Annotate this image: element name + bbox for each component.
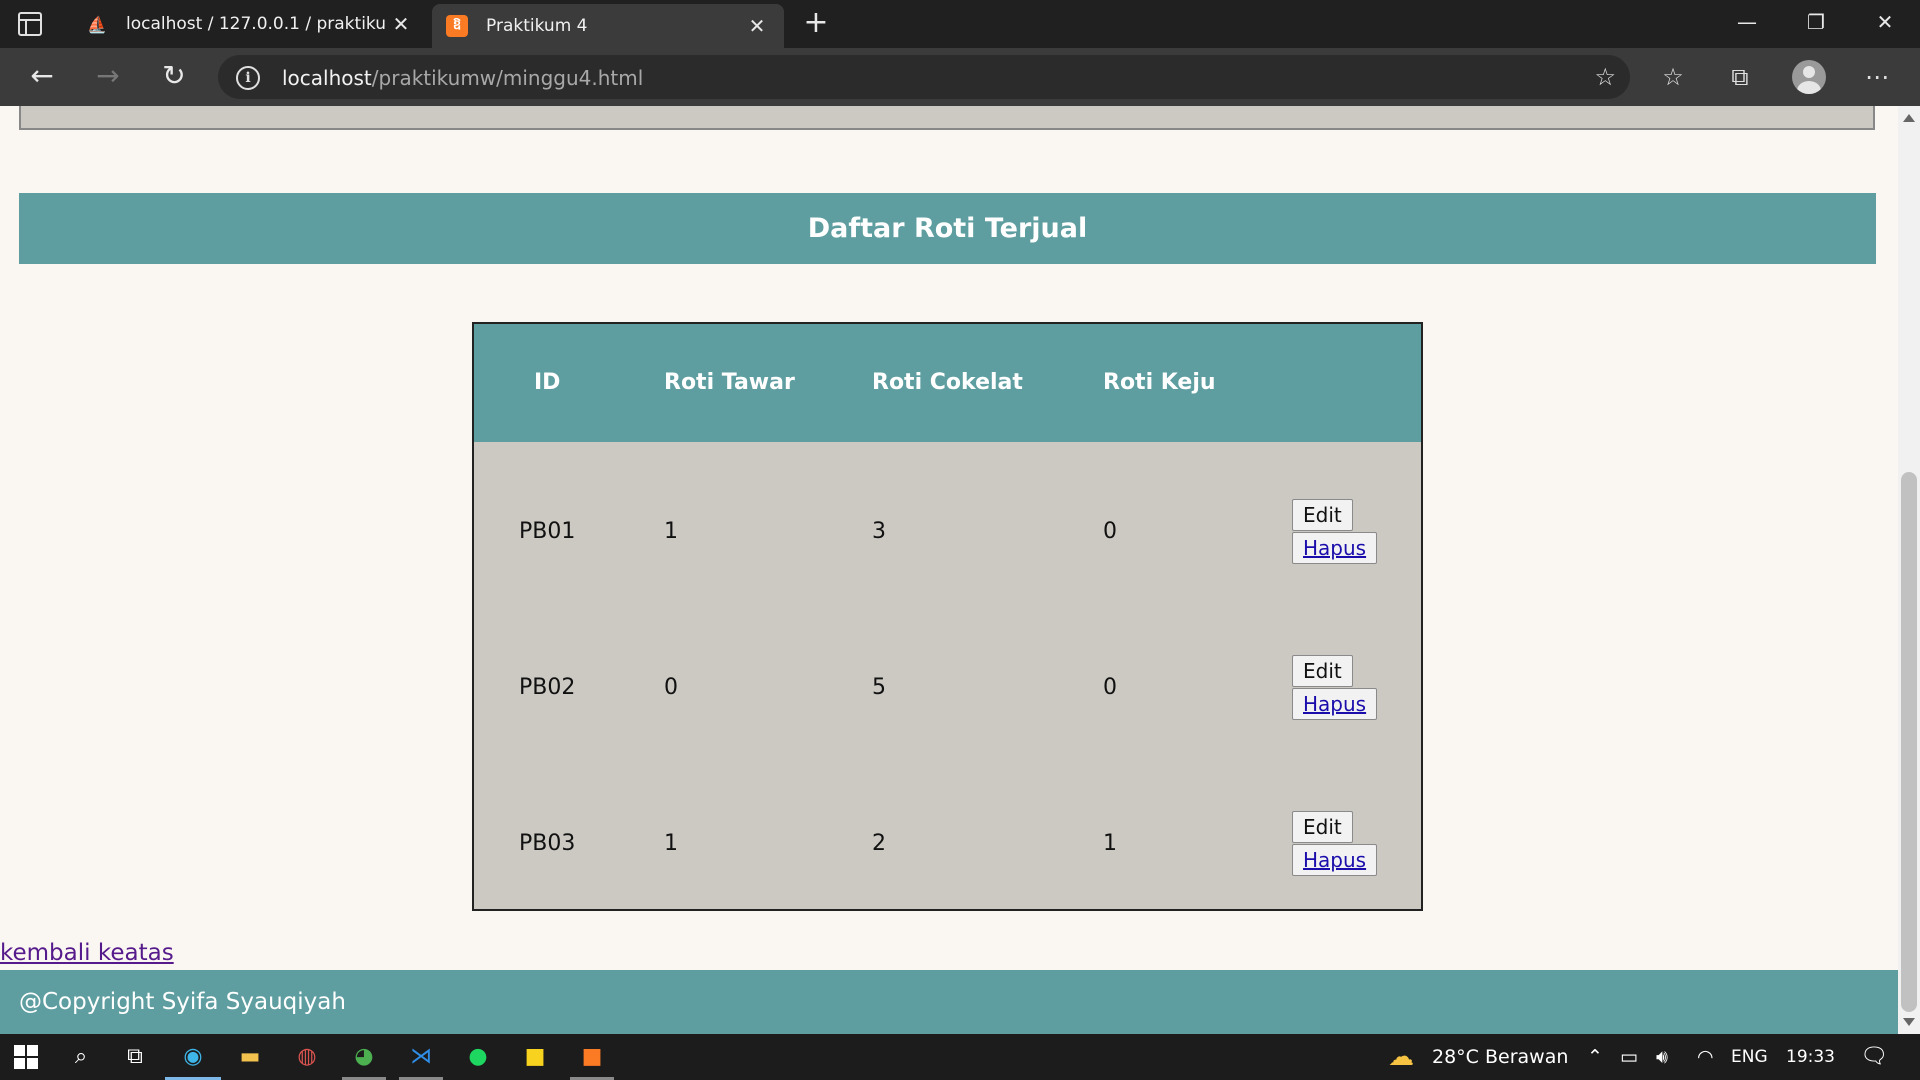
volume-icon[interactable]: 🔊︎ xyxy=(1656,1034,1668,1080)
section-title: Daftar Roti Terjual xyxy=(19,193,1876,264)
cell-id: PB03 xyxy=(519,831,576,856)
back-icon[interactable]: ← xyxy=(25,60,59,94)
scroll-up-icon[interactable] xyxy=(1903,114,1915,122)
column-header-roti-keju: Roti Keju xyxy=(1103,370,1216,395)
delete-button[interactable]: Hapus xyxy=(1292,688,1378,720)
tab-phpmyadmin[interactable]: ⛵ localhost / 127.0.0.1 / praktikum ✕ xyxy=(72,0,428,48)
collections-icon[interactable]: ⧉ xyxy=(1723,60,1757,94)
wifi-icon[interactable]: ◠ xyxy=(1697,1034,1714,1080)
tab-praktikum[interactable]: ឱ Praktikum 4 ✕ xyxy=(432,4,784,48)
tab-title: localhost / 127.0.0.1 / praktikum xyxy=(126,14,386,34)
notifications-icon[interactable]: 🗨︎ xyxy=(1860,1034,1888,1080)
delete-button[interactable]: Hapus xyxy=(1292,532,1378,564)
tab-title: Praktikum 4 xyxy=(486,16,588,36)
close-window-icon[interactable]: ✕ xyxy=(1870,10,1900,38)
app-icon[interactable]: ◍ xyxy=(289,1039,325,1075)
phpmyadmin-icon: ⛵ xyxy=(87,14,107,34)
edit-button[interactable]: Edit xyxy=(1292,811,1353,843)
weather-icon[interactable]: ☁ xyxy=(1388,1034,1414,1080)
close-tab-icon[interactable]: ✕ xyxy=(386,12,416,36)
profile-avatar-icon[interactable] xyxy=(1792,60,1826,94)
previous-section-box xyxy=(19,106,1875,130)
cell-roti-keju: 1 xyxy=(1103,831,1117,856)
vscode-icon[interactable]: ⋊ xyxy=(399,1039,443,1080)
table-row: PB01 1 3 0 Edit Hapus xyxy=(474,454,1421,610)
site-info-icon[interactable]: i xyxy=(236,66,260,90)
cell-roti-tawar: 1 xyxy=(664,519,678,544)
cell-roti-cokelat: 3 xyxy=(872,519,886,544)
cell-roti-cokelat: 5 xyxy=(872,675,886,700)
windows-start-icon[interactable] xyxy=(8,1039,44,1075)
battery-icon[interactable]: ▭ xyxy=(1620,1034,1638,1080)
edit-button[interactable]: Edit xyxy=(1292,499,1353,531)
footer-copyright: @Copyright Syifa Syauqiyah xyxy=(0,970,1898,1034)
language-indicator[interactable]: ENG xyxy=(1731,1034,1768,1080)
url-path: /praktikumw/minggu4.html xyxy=(371,66,644,90)
page-viewport: Daftar Roti Terjual ID Roti Tawar Roti C… xyxy=(0,106,1898,1034)
spotify-icon[interactable]: ● xyxy=(460,1039,496,1075)
navigation-bar: ← → ↻ i localhost/praktikumw/minggu4.htm… xyxy=(0,48,1920,106)
cell-roti-tawar: 0 xyxy=(664,675,678,700)
column-header-id: ID xyxy=(534,370,561,395)
chevron-up-icon[interactable]: ⌃ xyxy=(1587,1034,1603,1080)
minimize-icon[interactable]: — xyxy=(1732,10,1762,38)
forward-icon[interactable]: → xyxy=(91,60,125,94)
url-host: localhost xyxy=(282,66,372,90)
sticky-notes-icon[interactable]: ■ xyxy=(517,1039,553,1075)
table-header: ID Roti Tawar Roti Cokelat Roti Keju xyxy=(474,324,1421,442)
chrome-icon[interactable]: ◕ xyxy=(342,1039,386,1080)
weather-text[interactable]: 28°C Berawan xyxy=(1432,1034,1568,1080)
scrollbar-thumb[interactable] xyxy=(1901,472,1917,1012)
cell-id: PB02 xyxy=(519,675,576,700)
bread-sales-table: ID Roti Tawar Roti Cokelat Roti Keju PB0… xyxy=(472,322,1423,911)
search-icon[interactable]: ⌕ xyxy=(63,1039,99,1075)
restore-icon[interactable]: ❐ xyxy=(1801,10,1831,38)
table-row: PB03 1 2 1 Edit Hapus xyxy=(474,766,1421,922)
scroll-down-icon[interactable] xyxy=(1903,1018,1915,1026)
tab-bar: ⛵ localhost / 127.0.0.1 / praktikum ✕ ឱ … xyxy=(0,0,1920,48)
back-to-top-link[interactable]: kembali keatas xyxy=(0,940,174,966)
tab-actions-icon[interactable] xyxy=(18,12,42,36)
more-menu-icon[interactable]: ⋯ xyxy=(1860,60,1894,94)
close-tab-icon[interactable]: ✕ xyxy=(742,14,772,38)
xampp-icon[interactable]: ■ xyxy=(570,1039,614,1080)
edge-browser-icon[interactable]: ◉ xyxy=(165,1039,221,1080)
column-header-roti-cokelat: Roti Cokelat xyxy=(872,370,1023,395)
task-view-icon[interactable]: ⧉ xyxy=(117,1039,153,1075)
table-row: PB02 0 5 0 Edit Hapus xyxy=(474,610,1421,766)
cell-roti-keju: 0 xyxy=(1103,675,1117,700)
taskbar: ⌕ ⧉ ◉ ▬ ◍ ◕ ⋊ ● ■ ■ ☁ 28°C Berawan ⌃ ▭ 🔊… xyxy=(0,1034,1920,1080)
delete-button[interactable]: Hapus xyxy=(1292,844,1378,876)
column-header-roti-tawar: Roti Tawar xyxy=(664,370,795,395)
address-bar[interactable]: i localhost/praktikumw/minggu4.html ☆ xyxy=(218,55,1630,99)
new-tab-icon[interactable]: + xyxy=(800,8,832,40)
refresh-icon[interactable]: ↻ xyxy=(157,60,191,94)
edit-button[interactable]: Edit xyxy=(1292,655,1353,687)
add-favorite-icon[interactable]: ☆ xyxy=(1594,63,1616,91)
cell-id: PB01 xyxy=(519,519,576,544)
favorites-icon[interactable]: ☆ xyxy=(1656,60,1690,94)
cell-roti-tawar: 1 xyxy=(664,831,678,856)
file-explorer-icon[interactable]: ▬ xyxy=(232,1039,268,1075)
xampp-icon: ឱ xyxy=(446,15,468,37)
cell-roti-cokelat: 2 xyxy=(872,831,886,856)
clock[interactable]: 19:33 xyxy=(1786,1034,1835,1080)
url-text[interactable]: localhost/praktikumw/minggu4.html xyxy=(282,66,643,90)
page-scrollbar[interactable] xyxy=(1898,106,1920,1034)
cell-roti-keju: 0 xyxy=(1103,519,1117,544)
